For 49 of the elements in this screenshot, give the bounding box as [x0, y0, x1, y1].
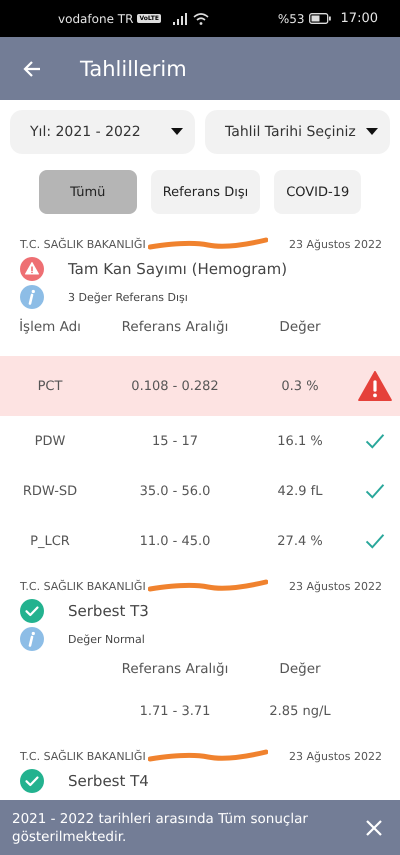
signal-icon: [172, 12, 189, 24]
wifi-icon: [192, 12, 209, 24]
column-header: Değer: [279, 319, 321, 335]
table-cell: 35.0 - 56.0: [140, 484, 210, 498]
table-cell: P_LCR: [30, 534, 70, 548]
table-cell: 42.9 fL: [278, 484, 322, 498]
table-cell: 27.4 %: [277, 534, 323, 548]
table-cell: 0.108 - 0.282: [131, 378, 219, 394]
table-cell: PDW: [34, 434, 66, 448]
column-header: Referans Aralığı: [122, 661, 228, 677]
snackbar-message: 2021 - 2022 tarihleri arasında Tüm sonuçlar gösterilmektedir.: [12, 810, 309, 846]
column-header: Değer: [279, 661, 321, 677]
caret-icon: [171, 128, 183, 136]
result-summary: Değer Normal: [68, 632, 145, 646]
close-icon[interactable]: [366, 820, 382, 836]
filter-dropdown[interactable]: Yıl: 2021 - 2022: [10, 110, 195, 154]
table-cell: PCT: [38, 378, 62, 394]
result-date: 23 Ağustos 2022: [289, 238, 382, 250]
lab-name: T.C. SAĞLIK BAKANLIĞI: [20, 580, 146, 592]
test-title[interactable]: Tam Kan Sayımı (Hemogram): [68, 260, 288, 278]
filter-dropdown[interactable]: Tahlil Tarihi Seçiniz: [205, 110, 390, 154]
table-cell: 11.0 - 45.0: [140, 534, 210, 548]
filter-tab[interactable]: Referans Dışı: [150, 170, 260, 214]
back-icon[interactable]: [22, 58, 42, 78]
result-date: 23 Ağustos 2022: [289, 580, 382, 592]
clock: 17:00: [340, 11, 378, 26]
info-icon: [20, 285, 44, 309]
battery-icon: [308, 13, 331, 24]
test-title[interactable]: Serbest T3: [68, 602, 149, 620]
result-summary: 3 Değer Referans Dışı: [68, 290, 188, 304]
table-cell: 15 - 17: [152, 434, 198, 448]
battery-level: %53: [278, 12, 305, 26]
carrier-name: vodafone TR: [58, 12, 134, 26]
table-cell: 16.1 %: [277, 434, 323, 448]
lab-name: T.C. SAĞLIK BAKANLIĞI: [20, 238, 146, 250]
column-header: Referans Aralığı: [122, 319, 228, 335]
info-icon: [20, 627, 44, 651]
filter-tab[interactable]: COVID-19: [274, 170, 362, 214]
filter-tab[interactable]: Tümü: [38, 170, 137, 214]
column-header: İşlem Adı: [19, 319, 81, 335]
table-cell: 2.85 ng/L: [269, 704, 331, 718]
table-cell: 1.71 - 3.71: [140, 704, 210, 718]
test-title[interactable]: Serbest T4: [68, 772, 149, 790]
table-cell: RDW-SD: [22, 484, 78, 498]
table-cell: 0.3 %: [281, 378, 319, 394]
caret-icon: [366, 128, 378, 136]
screen-title: Tahlillerim: [80, 56, 187, 80]
result-date: 23 Ağustos 2022: [289, 750, 382, 762]
lab-name: T.C. SAĞLIK BAKANLIĞI: [20, 750, 146, 762]
